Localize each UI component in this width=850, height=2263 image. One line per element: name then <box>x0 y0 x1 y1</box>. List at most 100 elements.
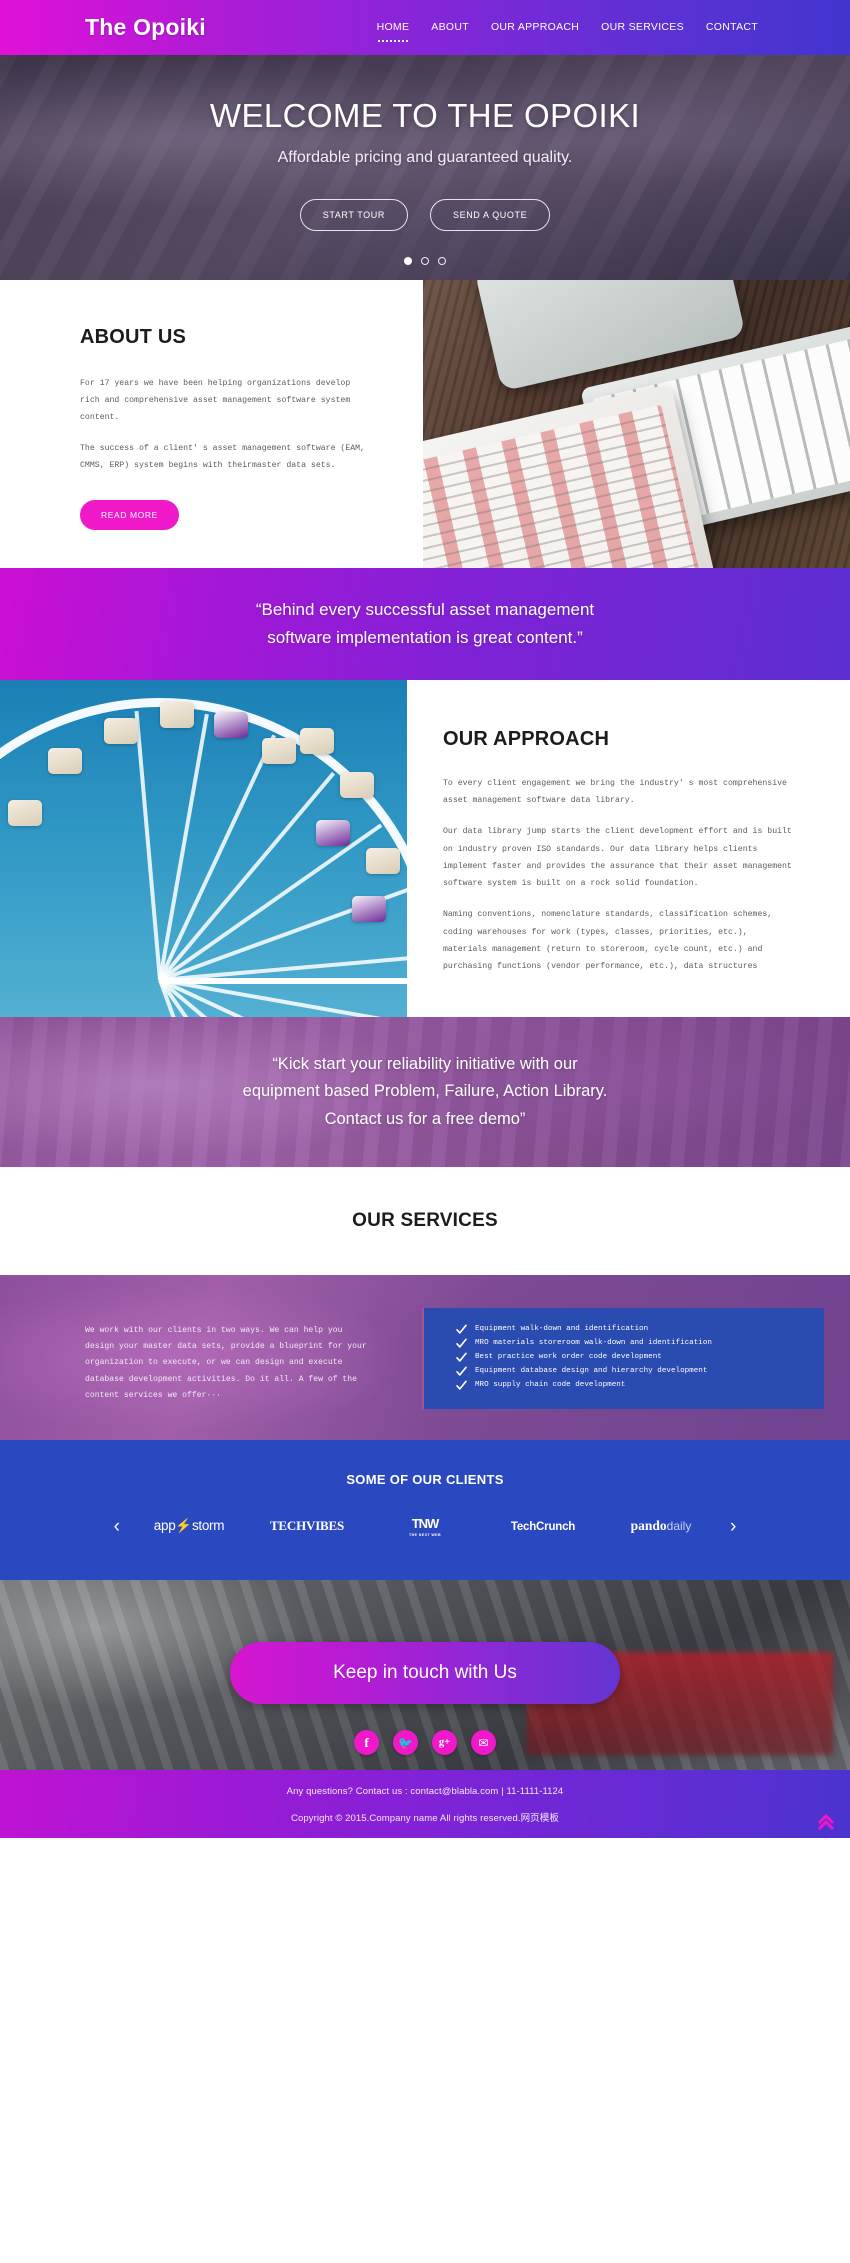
techvibes-part2: VIBES <box>306 1518 345 1534</box>
hero-content: WELCOME TO THE OPOIKI Affordable pricing… <box>0 55 850 265</box>
about-body: For 17 years we have been helping organi… <box>80 375 365 474</box>
twitter-icon[interactable]: 🐦 <box>393 1730 418 1755</box>
approach-text-column: OUR APPROACH To every client engagement … <box>407 680 850 1017</box>
ferris-cabin <box>262 738 296 764</box>
client-logo-techcrunch[interactable]: TechCrunch <box>484 1517 602 1535</box>
hero-title: WELCOME TO THE OPOIKI <box>209 97 641 134</box>
carousel-dot-3[interactable] <box>438 257 446 265</box>
client-logo-appstorm[interactable]: app⚡storm <box>130 1517 248 1535</box>
nav-item-our-approach[interactable]: OUR APPROACH <box>491 21 579 35</box>
tnw-part2: THE NEXT WEB <box>409 1533 441 1537</box>
approach-section: OUR APPROACH To every client engagement … <box>0 680 850 1017</box>
carousel-next-arrow[interactable]: › <box>720 1517 746 1536</box>
approach-paragraph-1: To every client engagement we bring the … <box>443 779 787 806</box>
send-a-quote-button[interactable]: SEND A QUOTE <box>429 199 551 231</box>
quote-banner-2-text: “Kick start your reliability initiative … <box>243 1051 608 1133</box>
carousel-dot-2[interactable] <box>421 257 429 265</box>
email-icon[interactable]: ✉ <box>471 1730 496 1755</box>
ferris-cabin <box>104 718 138 744</box>
about-text-column: ABOUT US For 17 years we have been helpi… <box>0 280 423 568</box>
checklist-label: Equipment database design and hierarchy … <box>475 1367 708 1375</box>
services-intro-text: We work with our clients in two ways. We… <box>85 1326 367 1400</box>
keep-in-touch-button[interactable]: Keep in touch with Us <box>230 1642 620 1704</box>
approach-paragraph-3: Naming conventions, nomenclature standar… <box>443 910 773 971</box>
bolt-icon: ⚡ <box>175 1518 192 1534</box>
ferris-cabin <box>340 772 374 798</box>
appstorm-part1: app <box>153 1518 176 1534</box>
quote-banner-1: “Behind every successful asset managemen… <box>0 568 850 680</box>
techcrunch-text: TechCrunch <box>510 1521 576 1534</box>
hero-section: WELCOME TO THE OPOIKI Affordable pricing… <box>0 55 850 280</box>
checklist-item: Equipment walk-down and identification <box>456 1324 824 1335</box>
check-icon <box>456 1352 467 1362</box>
about-section: ABOUT US For 17 years we have been helpi… <box>0 280 850 568</box>
checklist-item: Best practice work order code developmen… <box>456 1352 824 1363</box>
carousel-prev-arrow[interactable]: ‹ <box>104 1517 130 1536</box>
quote2-line-3: Contact us for a free demo” <box>324 1109 526 1128</box>
footer-copyright-line: Copyright © 2015.Company name All rights… <box>291 1813 559 1824</box>
services-section: We work with our clients in two ways. We… <box>0 1275 850 1440</box>
site-footer: Any questions? Contact us : contact@blab… <box>0 1770 850 1838</box>
ferris-cabin <box>214 712 248 738</box>
services-checklist-box: Equipment walk-down and identification M… <box>424 1308 824 1409</box>
checklist-label: MRO materials storeroom walk-down and id… <box>475 1339 712 1347</box>
footer-contact-line: Any questions? Contact us : contact@blab… <box>286 1786 564 1797</box>
nav-item-about[interactable]: ABOUT <box>431 21 469 35</box>
approach-body: To every client engagement we bring the … <box>443 775 796 975</box>
google-plus-icon[interactable]: g+ <box>432 1730 457 1755</box>
page-root: The Opoiki HOME ABOUT OUR APPROACH OUR S… <box>0 0 850 1838</box>
services-intro-column: We work with our clients in two ways. We… <box>0 1275 400 1440</box>
about-image <box>423 280 850 568</box>
checklist-label: MRO supply chain code development <box>475 1381 626 1389</box>
checklist-item: MRO materials storeroom walk-down and id… <box>456 1338 824 1349</box>
approach-image <box>0 680 407 1017</box>
ferris-cabin <box>366 848 400 874</box>
checklist-item: Equipment database design and hierarchy … <box>456 1366 824 1377</box>
hero-subtitle: Affordable pricing and guaranteed qualit… <box>277 149 573 166</box>
quote1-line-2: software implementation is great content… <box>267 628 583 647</box>
nav-item-home[interactable]: HOME <box>377 21 410 42</box>
ferris-cabin <box>48 748 82 774</box>
pando-part1: pando <box>630 1518 667 1534</box>
ferris-cabin <box>300 728 334 754</box>
clients-title: SOME OF OUR CLIENTS <box>346 1472 504 1487</box>
start-tour-button[interactable]: START TOUR <box>299 199 408 231</box>
check-icon <box>456 1324 467 1334</box>
back-to-top-icon[interactable] <box>816 1812 836 1832</box>
carousel-dot-1[interactable] <box>404 257 412 265</box>
read-more-button[interactable]: READ MORE <box>80 500 179 531</box>
quote-banner-1-text: “Behind every successful asset managemen… <box>256 596 594 652</box>
tnw-part1: TNW <box>411 1516 440 1531</box>
checklist-label: Equipment walk-down and identification <box>475 1325 649 1333</box>
about-paragraph-1: For 17 years we have been helping organi… <box>80 379 351 423</box>
clients-section: SOME OF OUR CLIENTS ‹ app⚡storm TECHVIBE… <box>0 1440 850 1580</box>
services-heading-band: OUR SERVICES <box>0 1167 850 1275</box>
appstorm-part2: storm <box>191 1518 225 1534</box>
about-paragraph-2: The success of a client' s asset managem… <box>80 443 365 470</box>
services-title: OUR SERVICES <box>352 1210 498 1231</box>
quote-banner-2: “Kick start your reliability initiative … <box>0 1017 850 1167</box>
site-header: The Opoiki HOME ABOUT OUR APPROACH OUR S… <box>0 0 850 55</box>
social-links: f 🐦 g+ ✉ <box>0 1730 850 1755</box>
techvibes-part1: TECH <box>269 1518 306 1534</box>
quote2-line-1: “Kick start your reliability initiative … <box>272 1055 578 1074</box>
check-icon <box>456 1366 467 1376</box>
clients-carousel: ‹ app⚡storm TECHVIBES TNW THE NEXT WEB Te… <box>0 1515 850 1538</box>
nav-item-our-services[interactable]: OUR SERVICES <box>601 21 684 35</box>
quote1-line-1: “Behind every successful asset managemen… <box>255 599 595 619</box>
client-logo-techvibes[interactable]: TECHVIBES <box>248 1517 366 1535</box>
check-icon <box>456 1380 467 1390</box>
about-title: ABOUT US <box>80 326 187 348</box>
ferris-cabin <box>160 702 194 728</box>
checklist-item: MRO supply chain code development <box>456 1380 824 1391</box>
ferris-cabin <box>352 896 386 922</box>
pando-part2: daily <box>666 1519 692 1534</box>
hero-buttons: START TOUR SEND A QUOTE <box>0 199 850 231</box>
client-logo-tnw[interactable]: TNW THE NEXT WEB <box>366 1515 484 1538</box>
facebook-icon[interactable]: f <box>354 1730 379 1755</box>
nav-item-contact[interactable]: CONTACT <box>706 21 758 35</box>
client-logo-pandodaily[interactable]: pandodaily <box>602 1517 720 1535</box>
quote2-line-2: equipment based Problem, Failure, Action… <box>242 1082 608 1101</box>
brand-logo[interactable]: The Opoiki <box>85 14 206 41</box>
check-icon <box>456 1338 467 1348</box>
